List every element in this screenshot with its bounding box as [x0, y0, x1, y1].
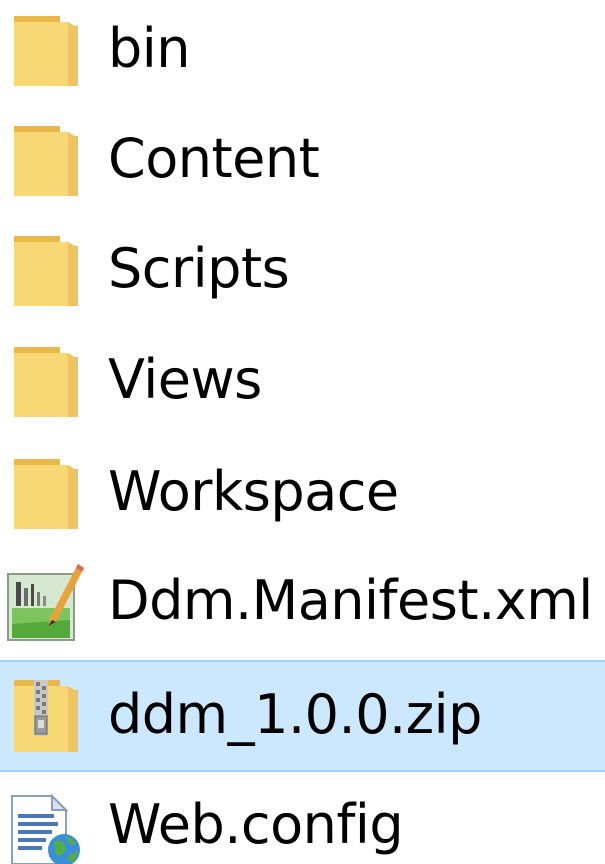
list-item-zip-selected[interactable]: ddm_1.0.0.zip	[0, 660, 605, 772]
folder-icon	[6, 339, 86, 423]
list-item-web-config[interactable]: Web.config	[0, 770, 605, 864]
list-item-views[interactable]: Views	[0, 325, 605, 437]
folder-icon	[6, 8, 86, 92]
file-list: bin Content Scripts Views Workspace Ddm.…	[0, 0, 605, 864]
file-name: Scripts	[108, 236, 290, 300]
list-item-manifest[interactable]: Ddm.Manifest.xml	[0, 546, 605, 658]
list-item-content[interactable]: Content	[0, 104, 605, 216]
file-name: Web.config	[108, 792, 404, 856]
file-name: ddm_1.0.0.zip	[108, 682, 482, 746]
list-item-workspace[interactable]: Workspace	[0, 437, 605, 549]
xml-file-icon	[6, 560, 86, 644]
folder-icon	[6, 118, 86, 202]
folder-icon	[6, 228, 86, 312]
folder-icon	[6, 451, 86, 535]
zip-archive-icon	[6, 674, 86, 758]
file-name: bin	[108, 16, 191, 80]
file-name: Ddm.Manifest.xml	[108, 568, 593, 632]
list-item-bin[interactable]: bin	[0, 0, 605, 106]
file-name: Workspace	[108, 459, 399, 523]
file-name: Content	[108, 126, 320, 190]
file-name: Views	[108, 347, 262, 411]
list-item-scripts[interactable]: Scripts	[0, 214, 605, 326]
config-file-icon	[6, 784, 86, 864]
